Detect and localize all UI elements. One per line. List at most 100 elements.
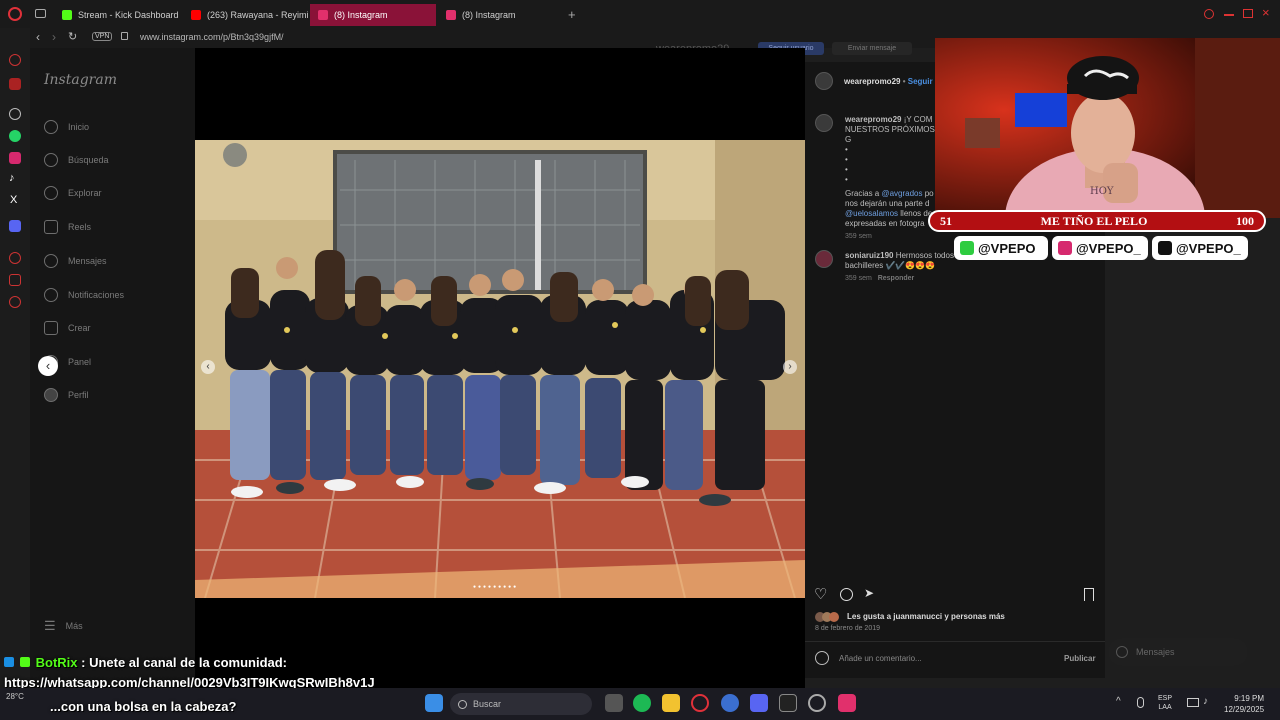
opera-logo-icon[interactable]: [8, 7, 22, 21]
nav-explore[interactable]: Explorar: [44, 184, 102, 202]
bookmark-icon[interactable]: [1084, 588, 1094, 601]
tiktok-live-icon[interactable]: [838, 694, 856, 712]
caption-line: expresadas en fotogra: [845, 219, 925, 228]
aria-icon[interactable]: [9, 54, 21, 66]
carousel-prev-button[interactable]: ‹: [201, 360, 215, 374]
wallet-icon[interactable]: [9, 78, 21, 90]
discord-icon[interactable]: [750, 694, 768, 712]
follow-button[interactable]: Seguir: [908, 77, 933, 86]
carousel-next-button[interactable]: ›: [783, 360, 797, 374]
caption-avatar[interactable]: [815, 114, 833, 132]
heart-icon: [44, 288, 58, 302]
tab-instagram-active[interactable]: (8) Instagram: [310, 4, 436, 26]
publish-button[interactable]: Publicar: [1064, 654, 1096, 663]
nav-messages[interactable]: Mensajes: [44, 252, 107, 270]
post-header: wearepromo29 • Seguir: [844, 77, 933, 86]
previous-post-button[interactable]: ‹: [38, 356, 58, 376]
reload-icon[interactable]: ↻: [68, 30, 77, 43]
taskbar-search[interactable]: Buscar: [450, 693, 592, 715]
browser-sidebar: ♪ X: [0, 28, 30, 688]
nav-home[interactable]: Inicio: [44, 118, 89, 136]
forward-icon[interactable]: ›: [52, 30, 56, 44]
nav-label: Perfil: [68, 390, 89, 400]
network-icon[interactable]: [1187, 698, 1199, 707]
kick-badge-icon: [19, 657, 30, 667]
goal-title: ME TIÑO EL PELO: [1040, 213, 1148, 228]
nav-reels[interactable]: Reels: [44, 218, 91, 236]
nav-label: Crear: [68, 323, 91, 333]
telegram-icon[interactable]: [721, 694, 739, 712]
tab-youtube[interactable]: (263) Rawayana - Reyimil: [183, 4, 308, 26]
comment-bubble-icon[interactable]: [840, 588, 853, 601]
share-send-icon[interactable]: ➤: [864, 586, 874, 600]
back-icon[interactable]: ‹: [36, 30, 40, 44]
emoji-icon[interactable]: [815, 651, 829, 665]
settings-icon[interactable]: [9, 296, 21, 308]
vpn-globe-icon[interactable]: [9, 108, 21, 120]
tab-kick[interactable]: Stream - Kick Dashboard: [54, 4, 182, 26]
post-photo: ‹ › ●●●●●●●●●: [195, 140, 805, 598]
opera-icon[interactable]: [691, 694, 709, 712]
instagram-logo[interactable]: Instagram: [44, 72, 117, 88]
tiktok-handle: @VPEPO_: [1152, 236, 1248, 260]
clock[interactable]: 9:19 PM 12/29/2025: [1224, 693, 1264, 715]
instagram-icon: [1058, 241, 1072, 255]
messages-pill[interactable]: Mensajes: [1108, 638, 1248, 666]
handle-text: @VPEPO_: [1176, 240, 1241, 256]
obs-icon[interactable]: [808, 694, 826, 712]
caption-mention[interactable]: @avgrados: [881, 189, 922, 198]
comment-input[interactable]: Añade un comentario...: [839, 654, 922, 663]
comment-username[interactable]: soniaruiz190: [845, 251, 893, 260]
maximize-icon[interactable]: [1243, 9, 1253, 18]
caption-username[interactable]: wearepromo29: [845, 115, 901, 124]
like-heart-icon[interactable]: ♡: [814, 585, 827, 603]
windows-start-icon[interactable]: [425, 694, 443, 712]
webcam-overlay: HOY: [935, 38, 1280, 218]
nav-more[interactable]: ☰ Más: [44, 617, 83, 635]
instagram-icon[interactable]: [9, 152, 21, 164]
url-text[interactable]: www.instagram.com/p/Btn3q39gjfM/: [140, 32, 284, 42]
reply-button[interactable]: Responder: [878, 275, 915, 282]
microphone-icon[interactable]: [1137, 697, 1144, 708]
caption-mention[interactable]: @uelosalamos: [845, 209, 898, 218]
plus-icon: [44, 321, 58, 335]
tiktok-icon[interactable]: ♪: [9, 172, 15, 184]
extensions-icon[interactable]: [9, 274, 21, 286]
new-tab-icon[interactable]: +: [568, 7, 576, 22]
kick-icon: [62, 10, 72, 20]
vpn-badge[interactable]: VPN: [92, 32, 113, 41]
x-icon[interactable]: X: [10, 194, 17, 206]
volume-icon[interactable]: ♪: [1203, 696, 1208, 707]
caption-text: llenos de: [898, 209, 933, 218]
minimize-icon[interactable]: [1224, 14, 1234, 16]
likes-summary[interactable]: Les gusta a juanmanucci y personas más: [847, 612, 1005, 621]
youtube-icon: [191, 10, 201, 20]
discord-icon[interactable]: [9, 220, 21, 232]
search-icon: [458, 699, 467, 709]
spotify-icon[interactable]: [633, 694, 651, 712]
group-photo-illustration: [195, 140, 805, 598]
language-indicator[interactable]: ESP LAA: [1158, 694, 1172, 712]
show-hidden-icons[interactable]: ^: [1116, 696, 1121, 707]
task-view-icon[interactable]: [605, 694, 623, 712]
nav-create[interactable]: Crear: [44, 319, 91, 337]
nav-profile[interactable]: Perfil: [44, 386, 89, 404]
search-tabs-icon[interactable]: [1204, 9, 1214, 19]
messenger-icon: [1116, 646, 1128, 658]
nav-label: Notificaciones: [68, 290, 125, 300]
app-icon[interactable]: [779, 694, 797, 712]
tab-manager-icon[interactable]: [35, 9, 46, 18]
chat-message-bot: BotRix : Unete al canal de la comunidad:: [4, 655, 287, 670]
file-explorer-icon[interactable]: [662, 694, 680, 712]
poster-avatar[interactable]: [815, 72, 833, 90]
history-icon[interactable]: [9, 252, 21, 264]
clock-date: 12/29/2025: [1224, 705, 1265, 714]
close-icon[interactable]: ×: [1262, 5, 1270, 20]
whatsapp-icon[interactable]: [9, 130, 21, 142]
commenter-avatar[interactable]: [815, 250, 833, 268]
tab-instagram[interactable]: (8) Instagram: [438, 4, 564, 26]
nav-notifications[interactable]: Notificaciones: [44, 286, 124, 304]
weather-widget[interactable]: 28°C: [6, 692, 24, 701]
nav-search[interactable]: Búsqueda: [44, 151, 109, 169]
post-username[interactable]: wearepromo29: [844, 77, 900, 86]
